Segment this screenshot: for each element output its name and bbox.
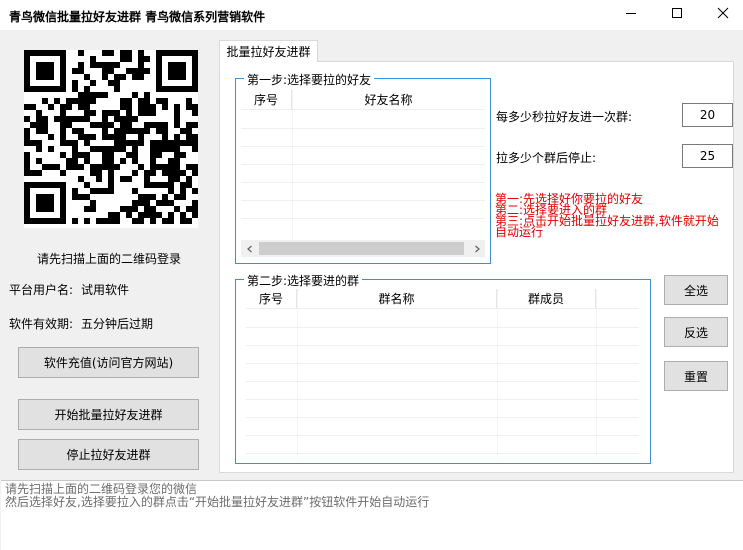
groups-col-members[interactable]: 群成员	[497, 289, 596, 309]
grid-line	[246, 435, 639, 436]
stop-after-input[interactable]: 25	[682, 144, 733, 168]
step1-legend: 第一步:选择要拉的好友	[244, 71, 375, 88]
minimize-button[interactable]	[608, 0, 654, 26]
interval-input[interactable]: 20	[682, 103, 733, 127]
groups-col-name[interactable]: 群名称	[297, 289, 497, 309]
scroll-thumb[interactable]	[259, 242, 464, 255]
grid-line	[246, 345, 639, 346]
grid-line	[497, 289, 498, 457]
grid-line	[596, 289, 597, 457]
grid-line	[297, 289, 298, 457]
user-label: 平台用户名:	[9, 283, 74, 297]
grid-line	[246, 363, 639, 364]
grid-line	[241, 182, 485, 183]
groups-col-index[interactable]: 序号	[246, 289, 297, 309]
user-value: 试用软件	[81, 283, 130, 297]
scroll-left-button[interactable]	[241, 240, 258, 257]
friends-grid[interactable]: 序号 好友名称	[241, 90, 485, 240]
select-all-button[interactable]: 全选	[664, 275, 728, 305]
chevron-right-icon	[474, 245, 480, 252]
minimize-icon	[626, 13, 636, 14]
step2-legend: 第二步:选择要进的群	[244, 272, 363, 289]
recharge-button[interactable]: 软件充值(访问官方网站)	[18, 347, 199, 378]
grid-line	[241, 128, 485, 129]
friends-hscrollbar[interactable]	[241, 240, 485, 257]
title-bar: 青鸟微信批量拉好友进群 青鸟微信系列营销软件	[0, 0, 743, 30]
friends-col-name[interactable]: 好友名称	[292, 90, 485, 110]
log-area[interactable]: 请先扫描上面的二维码登录您的微信 然后选择好友,选择要拉入的群点击“开始批量拉好…	[1, 480, 743, 550]
friends-col-index[interactable]: 序号	[241, 90, 292, 110]
close-button[interactable]	[700, 0, 743, 26]
qr-code-image	[24, 50, 198, 224]
hint-line: 自动运行	[495, 225, 544, 239]
login-qr-code	[24, 50, 198, 228]
reset-button[interactable]: 重置	[664, 361, 728, 391]
grid-line	[246, 327, 639, 328]
groups-col-extra	[596, 289, 639, 309]
stop-button[interactable]: 停止拉好友进群	[18, 439, 199, 470]
validity-value: 五分钟后过期	[81, 317, 154, 331]
chevron-left-icon	[246, 245, 252, 252]
close-icon	[717, 7, 729, 19]
grid-line	[246, 399, 639, 400]
grid-line	[246, 381, 639, 382]
start-button[interactable]: 开始批量拉好友进群	[18, 399, 199, 430]
grid-line	[241, 218, 485, 219]
qr-caption: 请先扫描上面的二维码登录	[37, 252, 182, 266]
grid-line	[246, 453, 639, 454]
grid-line	[241, 146, 485, 147]
invert-selection-button[interactable]: 反选	[664, 317, 728, 347]
maximize-icon	[672, 8, 682, 18]
interval-label: 每多少秒拉好友进一次群:	[496, 110, 633, 124]
stop-after-label: 拉多少个群后停止:	[496, 151, 597, 165]
grid-line	[241, 200, 485, 201]
groups-grid[interactable]: 序号 群名称 群成员	[246, 289, 639, 457]
validity-label: 软件有效期:	[9, 317, 74, 331]
maximize-button[interactable]	[654, 0, 700, 26]
window-title: 青鸟微信批量拉好友进群 青鸟微信系列营销软件	[9, 10, 266, 24]
tab-batch-pull[interactable]: 批量拉好友进群	[219, 40, 318, 62]
scroll-right-button[interactable]	[468, 240, 485, 257]
grid-line	[246, 417, 639, 418]
grid-line	[241, 164, 485, 165]
log-line: 然后选择好友,选择要拉入的群点击“开始批量拉好友进群”按钮软件开始自动运行	[5, 495, 430, 509]
usage-hint: 第一:先选择好你要拉的好友 第二:选择要进入的群 第三:点击开始批量拉好友进群,…	[495, 193, 719, 239]
